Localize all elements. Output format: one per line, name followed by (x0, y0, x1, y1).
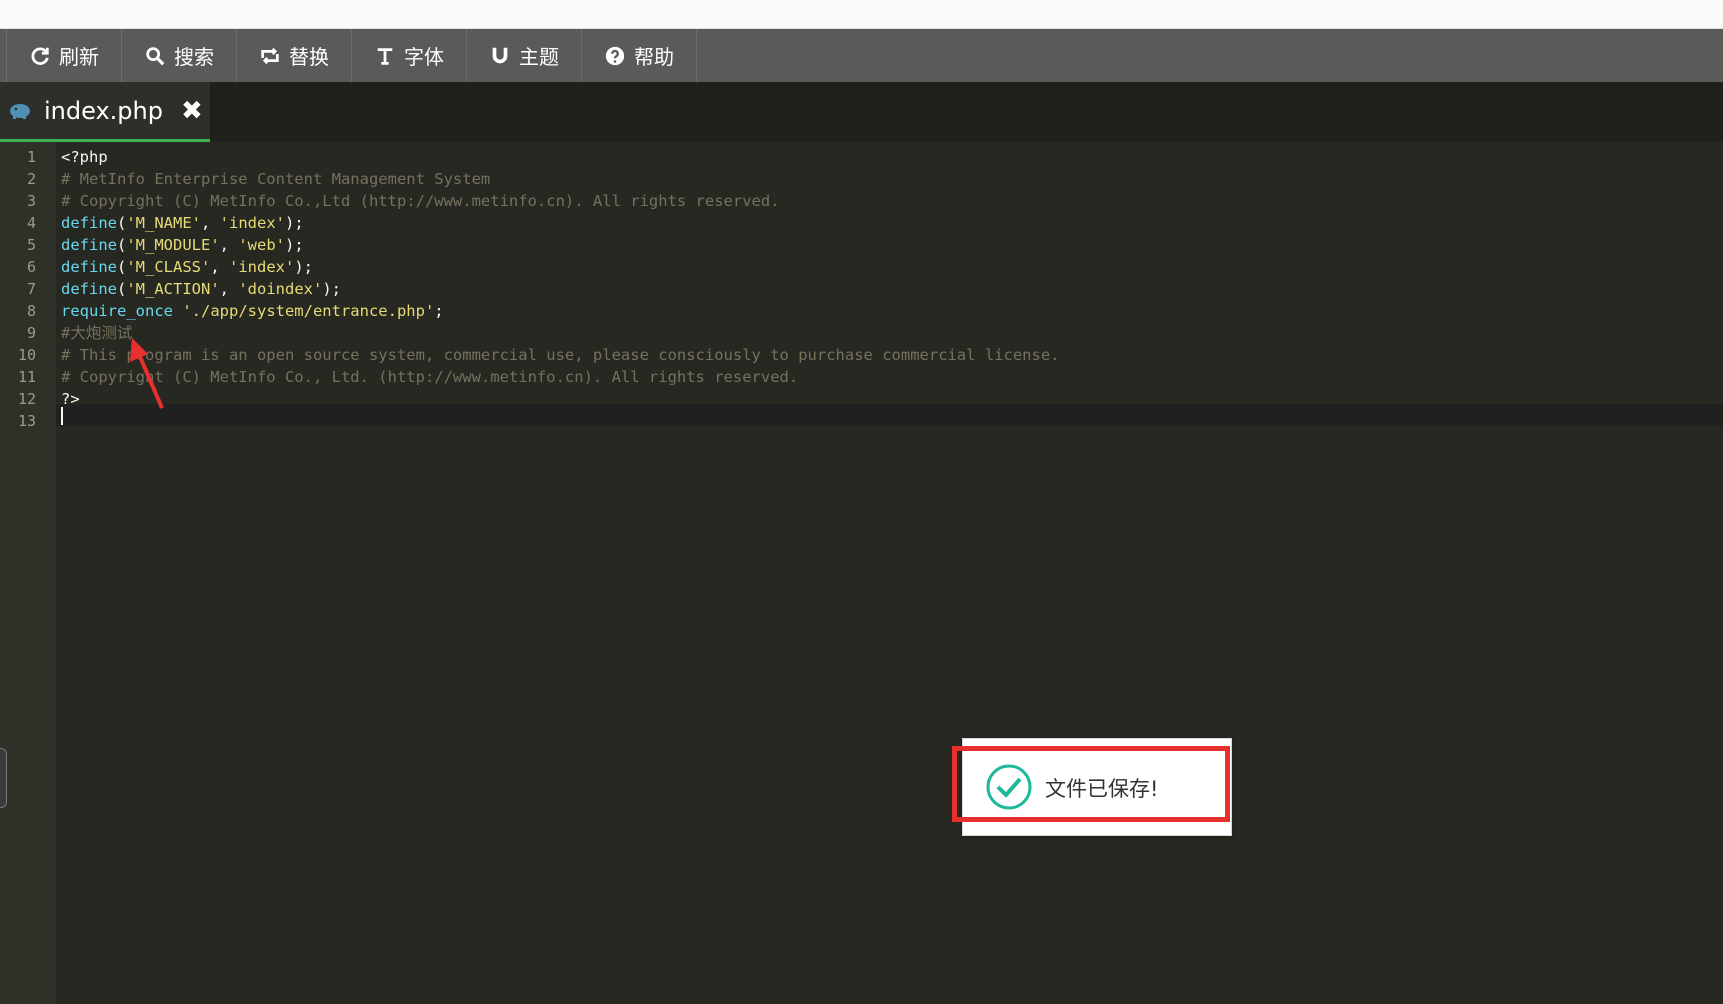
code-line: define('M_ACTION', 'doindex'); (61, 278, 341, 300)
help-button[interactable]: 帮助 (582, 29, 697, 82)
code-line: <?php (61, 146, 108, 168)
code-token: ?> (61, 390, 80, 408)
code-token: , (201, 214, 220, 232)
code-line: # This program is an open source system,… (61, 344, 1060, 366)
line-number: 2 (26, 170, 36, 188)
line-number: 12 (17, 390, 36, 408)
help-icon (605, 46, 625, 65)
code-token: ( (117, 258, 127, 276)
refresh-icon (31, 47, 49, 65)
replace-button[interactable]: 替换 (237, 29, 352, 82)
line-number: 7 (26, 280, 36, 298)
code-token: 'index' (219, 214, 285, 232)
search-button[interactable]: 搜索 (122, 29, 237, 82)
red-arrow-annotation (130, 338, 164, 409)
file-tab-bar: index.php ✖ (0, 82, 1723, 142)
code-token: 'doindex' (238, 280, 323, 298)
code-token: , (219, 280, 239, 298)
font-label: 字体 (404, 45, 444, 69)
code-token: define (61, 258, 117, 276)
line-number: 10 (17, 346, 36, 364)
code-line: require_once './app/system/entrance.php'… (61, 300, 444, 322)
line-number-gutter: 1 2 3 4 5 6 7 8 9 10 11 12 13 (0, 142, 56, 1004)
font-icon (377, 47, 393, 65)
code-token: 'M_ACTION' (126, 280, 220, 298)
code-line: define('M_NAME', 'index'); (61, 212, 304, 234)
code-line: define('M_MODULE', 'web'); (61, 234, 304, 256)
code-token: ); (294, 258, 314, 276)
code-token: define (61, 280, 117, 298)
toolbar-leading-edge (0, 29, 7, 82)
font-button[interactable]: 字体 (352, 29, 467, 82)
code-line: define('M_CLASS', 'index'); (61, 256, 313, 278)
php-elephant-icon (10, 103, 30, 119)
code-line: ?> (61, 388, 80, 410)
line-number: 4 (26, 214, 36, 232)
code-line: # MetInfo Enterprise Content Management … (61, 168, 490, 190)
line-number: 3 (26, 192, 36, 210)
code-token: # This program is an open source system,… (61, 346, 1060, 364)
code-token: define (61, 236, 117, 254)
code-token: ( (117, 214, 127, 232)
code-line: # Copyright (C) MetInfo Co.,Ltd (http://… (61, 190, 780, 212)
line-number: 5 (26, 236, 36, 254)
refresh-button[interactable]: 刷新 (7, 29, 122, 82)
code-token: , (210, 258, 230, 276)
replace-label: 替换 (289, 45, 329, 69)
code-token: 'M_NAME' (126, 214, 201, 232)
side-panel-handle[interactable] (0, 748, 7, 808)
code-token: 'M_MODULE' (126, 236, 220, 254)
tab-close-icon[interactable]: ✖ (181, 96, 203, 126)
search-label: 搜索 (174, 45, 214, 69)
line-number: 1 (26, 148, 36, 166)
highlight-box-annotation (952, 746, 1230, 822)
code-token: 'M_CLASS' (126, 258, 211, 276)
code-token: # MetInfo Enterprise Content Management … (61, 170, 491, 188)
code-token: <?php (61, 148, 108, 166)
browser-top-strip (0, 0, 1723, 29)
code-token: 'index' (229, 258, 295, 276)
code-token: ( (117, 280, 127, 298)
code-token: ); (285, 236, 304, 254)
tab-filename: index.php (44, 96, 163, 125)
magnet-icon (492, 47, 508, 63)
line-number: 11 (17, 368, 36, 386)
code-token: 'web' (238, 236, 286, 254)
help-label: 帮助 (634, 45, 674, 69)
search-icon (146, 46, 165, 65)
theme-label: 主题 (519, 45, 559, 69)
replace-icon (261, 47, 279, 64)
line-number: 6 (26, 258, 36, 276)
code-token: # Copyright (C) MetInfo Co.,Ltd (http://… (61, 192, 780, 210)
line-number: 13 (17, 412, 36, 430)
code-token: require_once (61, 302, 173, 320)
file-tab[interactable]: index.php ✖ (0, 82, 210, 142)
text-cursor (61, 407, 63, 425)
code-token: './app/system/entrance.php' (182, 302, 435, 320)
code-token: ; (434, 302, 444, 320)
line-number: 9 (26, 324, 36, 342)
line-number: 8 (26, 302, 36, 320)
theme-button[interactable]: 主题 (467, 29, 582, 82)
code-token: ); (322, 280, 342, 298)
code-token: define (61, 214, 117, 232)
code-token: ); (285, 214, 304, 232)
refresh-label: 刷新 (59, 45, 99, 69)
code-editor[interactable]: 1 2 3 4 5 6 7 8 9 10 11 12 13 <?php # MetInfo Enterpr… (0, 142, 1723, 1004)
code-token: ( (117, 236, 127, 254)
code-token: , (219, 236, 239, 254)
active-line-highlight (56, 404, 1723, 426)
editor-toolbar: 刷新 搜索 替换 字体 主题 帮助 (0, 29, 1723, 82)
